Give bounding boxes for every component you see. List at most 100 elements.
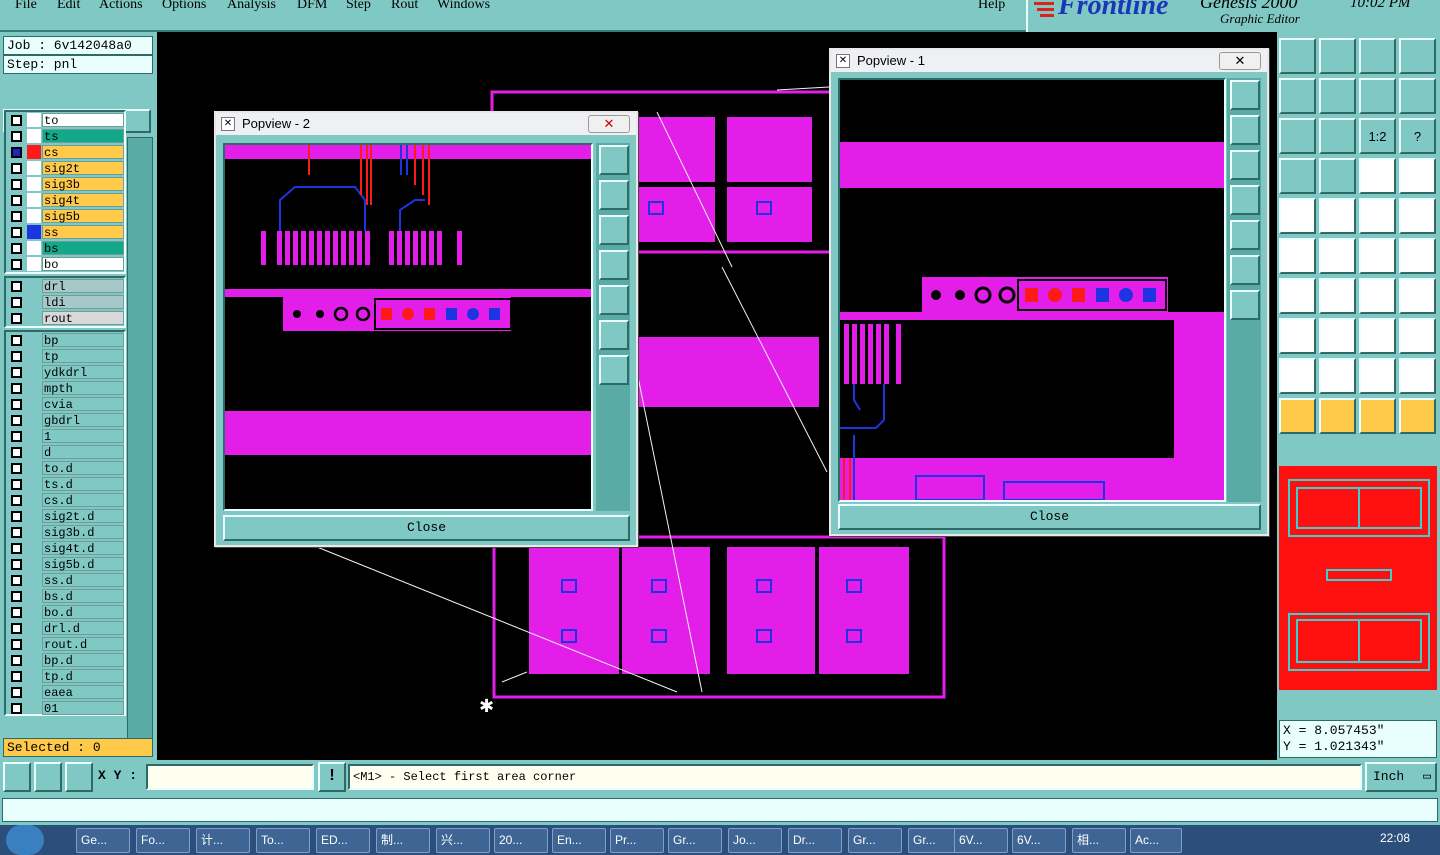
zoom-in-button[interactable] — [599, 320, 629, 350]
tool-button[interactable] — [1279, 118, 1316, 154]
taskbar-item[interactable]: Ac... — [1130, 828, 1182, 853]
layer-row[interactable]: cs.d — [6, 492, 124, 508]
layer-checkbox[interactable] — [11, 527, 22, 538]
layer-row[interactable]: bo — [6, 256, 124, 272]
tool-button[interactable] — [1359, 358, 1396, 394]
layer-name[interactable]: ydkdrl — [42, 365, 124, 380]
taskbar-item[interactable]: En... — [552, 828, 606, 853]
layer-row[interactable]: rout.d — [6, 636, 124, 652]
layer-color-swatch[interactable] — [27, 161, 41, 175]
layer-name[interactable]: ts.d — [42, 477, 124, 492]
tool-button[interactable] — [1319, 278, 1356, 314]
tool-button[interactable] — [1359, 38, 1396, 74]
popview-2-view[interactable] — [223, 143, 593, 511]
layer-row[interactable]: cs — [6, 144, 124, 160]
zoom-home-button[interactable] — [1230, 80, 1260, 110]
layer-color-swatch[interactable] — [27, 225, 41, 239]
taskbar-item[interactable]: ED... — [316, 828, 370, 853]
menu-edit[interactable]: Edit — [57, 0, 80, 13]
angle-button[interactable] — [34, 762, 62, 792]
pan-right-button[interactable] — [1230, 220, 1260, 250]
layer-name[interactable]: ss — [42, 225, 124, 240]
taskbar-item[interactable]: To... — [256, 828, 310, 853]
taskbar-item[interactable]: Ge... — [76, 828, 130, 853]
layer-checkbox[interactable] — [11, 259, 22, 270]
layer-row[interactable]: ydkdrl — [6, 364, 124, 380]
tool-button[interactable]: ? — [1399, 118, 1436, 154]
tool-button[interactable] — [1359, 318, 1396, 354]
start-button[interactable] — [6, 825, 44, 855]
layer-checkbox[interactable] — [11, 703, 22, 714]
layer-row[interactable]: 01 — [6, 700, 124, 716]
layer-row[interactable]: drl.d — [6, 620, 124, 636]
layer-row[interactable]: gbdrl — [6, 412, 124, 428]
units-selector[interactable]: Inch ▭ — [1365, 762, 1437, 792]
layer-checkbox[interactable] — [11, 479, 22, 490]
layer-checkbox[interactable] — [11, 623, 22, 634]
layer-row[interactable]: sig4t.d — [6, 540, 124, 556]
layer-row[interactable]: sig4t — [6, 192, 124, 208]
panel-minimap[interactable] — [1279, 466, 1437, 690]
layer-row[interactable]: ts.d — [6, 476, 124, 492]
layer-name[interactable]: sig2t — [42, 161, 124, 176]
menu-windows[interactable]: Windows — [437, 0, 490, 13]
tool-button[interactable] — [1319, 78, 1356, 114]
tool-button[interactable] — [1319, 158, 1356, 194]
taskbar-item[interactable]: Gr... — [668, 828, 722, 853]
layer-name[interactable]: cs — [42, 145, 124, 160]
layer-row[interactable]: cvia — [6, 396, 124, 412]
layer-row[interactable]: eaea — [6, 684, 124, 700]
layer-checkbox[interactable] — [11, 243, 22, 254]
tool-button[interactable] — [1399, 398, 1436, 434]
pan-up-button[interactable] — [1230, 115, 1260, 145]
layer-name[interactable]: bs.d — [42, 589, 124, 604]
layer-row[interactable]: tp — [6, 348, 124, 364]
layer-checkbox[interactable] — [11, 399, 22, 410]
layer-color-swatch[interactable] — [27, 209, 41, 223]
tool-button[interactable] — [1279, 318, 1316, 354]
tool-button[interactable] — [1359, 78, 1396, 114]
layer-row[interactable]: sig2t — [6, 160, 124, 176]
layer-row[interactable]: sig2t.d — [6, 508, 124, 524]
layer-name[interactable]: cvia — [42, 397, 124, 412]
layer-checkbox[interactable] — [11, 227, 22, 238]
tool-button[interactable]: 1:2 — [1359, 118, 1396, 154]
taskbar-item[interactable]: Pr... — [610, 828, 664, 853]
tool-button[interactable] — [1399, 278, 1436, 314]
layer-row[interactable]: ts — [6, 128, 124, 144]
layer-checkbox[interactable] — [11, 367, 22, 378]
tool-button[interactable] — [1319, 198, 1356, 234]
layer-checkbox[interactable] — [11, 511, 22, 522]
layer-checkbox[interactable] — [11, 687, 22, 698]
pan-up-button[interactable] — [599, 180, 629, 210]
layer-checkbox[interactable] — [11, 463, 22, 474]
tool-button[interactable] — [1279, 38, 1316, 74]
layer-checkbox[interactable] — [11, 195, 22, 206]
layer-checkbox[interactable] — [11, 447, 22, 458]
menu-analysis[interactable]: Analysis — [227, 0, 276, 13]
layer-color-swatch[interactable] — [27, 241, 41, 255]
layer-name[interactable]: 01 — [42, 701, 124, 716]
zoom-out-button[interactable] — [599, 355, 629, 385]
layer-checkbox[interactable] — [11, 607, 22, 618]
menu-dfm[interactable]: DFM — [297, 0, 327, 13]
layer-name[interactable]: ss.d — [42, 573, 124, 588]
popview-2-titlebar[interactable]: ✕ Popview - 2 — [216, 113, 636, 135]
tool-button[interactable] — [1399, 318, 1436, 354]
layer-name[interactable]: bp.d — [42, 653, 124, 668]
layer-row[interactable]: bs — [6, 240, 124, 256]
layer-name[interactable]: ldi — [42, 295, 124, 310]
layer-checkbox[interactable] — [11, 639, 22, 650]
layer-name[interactable]: sig3b — [42, 177, 124, 192]
layer-checkbox[interactable] — [11, 431, 22, 442]
layer-row[interactable]: to — [6, 112, 124, 128]
tool-button[interactable] — [1359, 398, 1396, 434]
layer-row[interactable]: mpth — [6, 380, 124, 396]
layer-checkbox[interactable] — [11, 655, 22, 666]
layer-checkbox[interactable] — [11, 495, 22, 506]
tool-button[interactable] — [1319, 398, 1356, 434]
tool-button[interactable] — [1399, 238, 1436, 274]
tool-button[interactable] — [1319, 358, 1356, 394]
popview-1-view[interactable] — [838, 78, 1226, 502]
layer-row[interactable]: bp — [6, 332, 124, 348]
